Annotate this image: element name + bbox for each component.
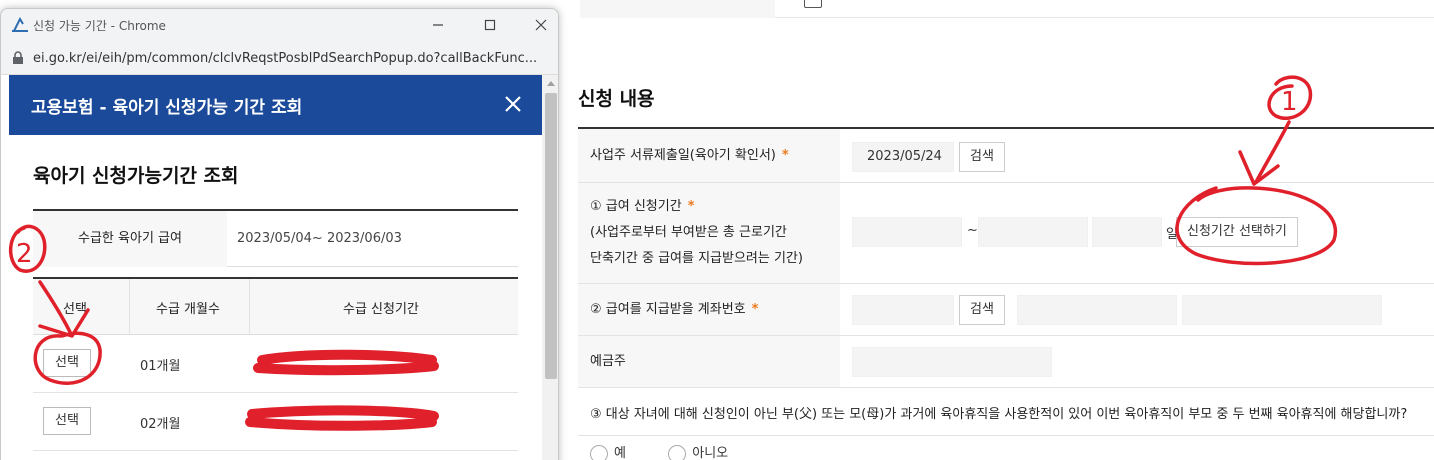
table-header: 선택 수급 개월수 수급 신청기간 bbox=[33, 279, 518, 335]
employer-doc-label: 사업주 서류제출일(육아기 확인서) * bbox=[578, 129, 840, 182]
scroll-thumb[interactable] bbox=[545, 93, 557, 379]
period-end-input[interactable] bbox=[978, 217, 1088, 247]
employer-doc-search-button[interactable]: 검색 bbox=[959, 142, 1005, 172]
employer-doc-date-input[interactable]: 2023/05/24 bbox=[852, 142, 954, 172]
table-row: 선택 02개월 bbox=[33, 393, 518, 451]
period-list-table: 선택 수급 개월수 수급 신청기간 선택 01개월 선택 02개월 bbox=[33, 277, 518, 451]
popup-header: 고용보험 - 육아기 신청가능 기간 조회 bbox=[9, 75, 542, 135]
months-cell: 02개월 bbox=[140, 417, 181, 432]
lock-icon bbox=[13, 51, 23, 64]
second-leave-radio-group: 예 아니오 bbox=[590, 442, 728, 460]
benefit-period-label: ① 급여 신청기간 * (사업주로부터 부여받은 총 근로기간 단축기간 중 급여… bbox=[578, 183, 840, 283]
bank-search-button[interactable]: 검색 bbox=[959, 295, 1005, 325]
previous-row-checkbox[interactable] bbox=[804, 0, 822, 8]
window-close-icon[interactable] bbox=[529, 13, 553, 37]
account-number-input[interactable] bbox=[1017, 295, 1177, 325]
second-leave-question-row: ③ 대상 자녀에 대해 신청인이 아닌 부(父) 또는 모(母)가 과거에 육아… bbox=[578, 388, 1434, 436]
tilde-separator: ~ bbox=[967, 223, 978, 238]
address-bar[interactable]: ei.go.kr/ei/eih/pm/common/clclvReqstPosb… bbox=[1, 41, 558, 75]
popup-scrollbar[interactable] bbox=[542, 75, 558, 460]
main-page: 신청 내용 사업주 서류제출일(육아기 확인서) * 2023/05/24 검색 … bbox=[560, 0, 1434, 460]
employer-doc-row: 사업주 서류제출일(육아기 확인서) * 2023/05/24 검색 bbox=[578, 129, 1434, 183]
site-logo-icon bbox=[12, 17, 28, 32]
second-leave-question: ③ 대상 자녀에 대해 신청인이 아닌 부(父) 또는 모(母)가 과거에 육아… bbox=[590, 407, 1408, 422]
column-header-select: 선택 bbox=[63, 302, 87, 317]
section-title: 신청 내용 bbox=[578, 88, 655, 110]
depositor-input[interactable] bbox=[852, 347, 1052, 377]
account-extra-input[interactable] bbox=[1182, 295, 1382, 325]
depositor-row: 예금주 bbox=[578, 336, 1434, 388]
radio-yes[interactable] bbox=[590, 444, 608, 460]
previous-row-label-cell bbox=[580, 0, 775, 18]
column-header-period: 수급 신청기간 bbox=[343, 302, 419, 317]
benefit-period-row: ① 급여 신청기간 * (사업주로부터 부여받은 총 근로기간 단축기간 중 급여… bbox=[578, 183, 1434, 284]
select-button-row-2[interactable]: 선택 bbox=[43, 407, 91, 435]
period-days-input[interactable] bbox=[1092, 217, 1162, 247]
received-benefit-value: 2023/05/04~ 2023/06/03 bbox=[237, 231, 402, 246]
column-header-months: 수급 개월수 bbox=[156, 302, 220, 317]
scroll-up-arrow-icon[interactable] bbox=[547, 81, 555, 86]
popup-body: 육아기 신청가능기간 조회 수급한 육아기 급여 2023/05/04~ 202… bbox=[9, 135, 542, 460]
screen: 신청 내용 사업주 서류제출일(육아기 확인서) * 2023/05/24 검색 … bbox=[0, 0, 1434, 460]
minimize-icon[interactable] bbox=[426, 13, 450, 37]
radio-no[interactable] bbox=[668, 444, 687, 460]
required-mark: * bbox=[687, 199, 695, 214]
months-cell: 01개월 bbox=[140, 359, 181, 374]
received-benefit-table: 수급한 육아기 급여 2023/05/04~ 2023/06/03 bbox=[33, 209, 518, 267]
radio-yes-label: 예 bbox=[614, 446, 626, 460]
period-start-input[interactable] bbox=[852, 217, 962, 247]
previous-row-cut bbox=[580, 0, 1434, 18]
window-titlebar[interactable]: 신청 가능 기간 - Chrome bbox=[1, 9, 558, 41]
popup-header-title: 고용보험 - 육아기 신청가능 기간 조회 bbox=[31, 98, 303, 118]
radio-no-label: 아니오 bbox=[692, 446, 729, 460]
popup-heading: 육아기 신청가능기간 조회 bbox=[33, 165, 239, 187]
popup-window: 신청 가능 기간 - Chrome ei.go.kr/ei/eih/pm/com… bbox=[0, 8, 559, 460]
window-title: 신청 가능 기간 - Chrome bbox=[33, 19, 166, 33]
required-mark: * bbox=[751, 301, 759, 317]
application-form: 사업주 서류제출일(육아기 확인서) * 2023/05/24 검색 ① 급여 신… bbox=[578, 127, 1434, 436]
select-period-button[interactable]: 신청기간 선택하기 bbox=[1176, 217, 1298, 247]
bank-input[interactable] bbox=[852, 295, 954, 325]
select-button-row-1[interactable]: 선택 bbox=[43, 349, 91, 377]
maximize-icon[interactable] bbox=[478, 13, 502, 37]
table-row: 선택 01개월 bbox=[33, 335, 518, 393]
url-text[interactable]: ei.go.kr/ei/eih/pm/common/clclvReqstPosb… bbox=[33, 51, 537, 66]
depositor-label: 예금주 bbox=[578, 336, 840, 387]
popup-close-icon[interactable] bbox=[504, 95, 522, 113]
account-label: ② 급여를 지급받을 계좌번호 * bbox=[578, 284, 840, 335]
account-row: ② 급여를 지급받을 계좌번호 * 검색 bbox=[578, 284, 1434, 336]
received-benefit-label: 수급한 육아기 급여 bbox=[33, 211, 227, 267]
required-mark: * bbox=[781, 147, 789, 163]
